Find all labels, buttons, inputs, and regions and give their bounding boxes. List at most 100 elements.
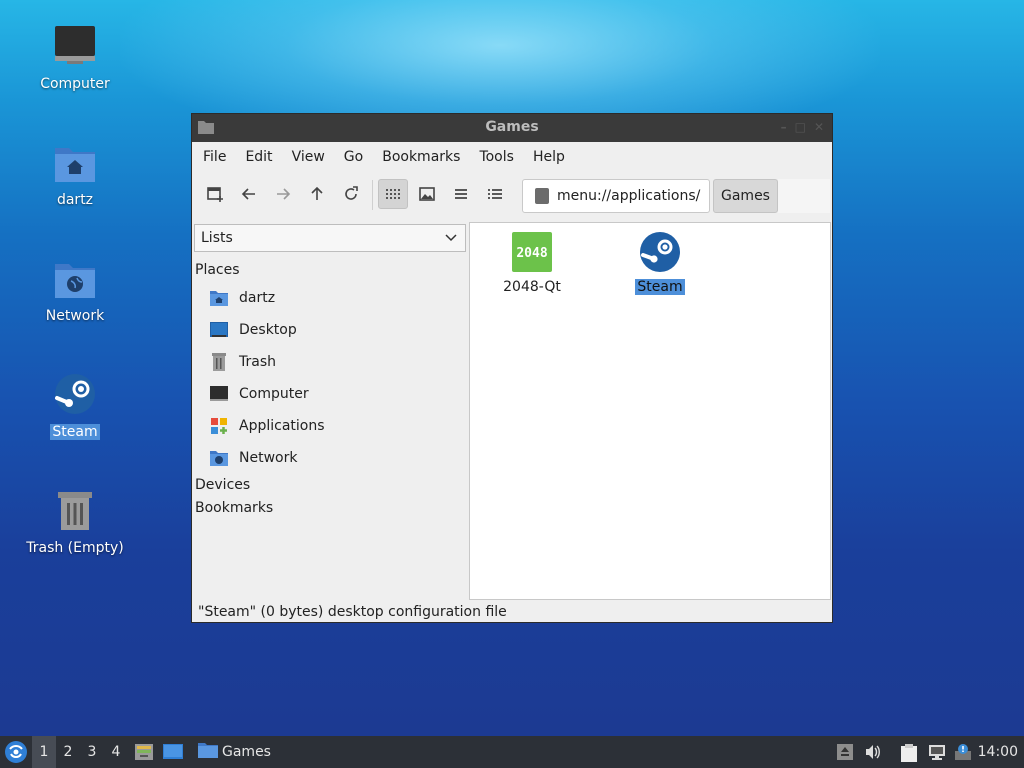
thumbnail-view-button[interactable] [412,179,442,209]
taskbar: 1 2 3 4 Games 14:00 [0,736,1024,768]
new-tab-button[interactable] [200,179,230,209]
desktop-icon [209,320,229,340]
file-manager-window: Games – □ ✕ File Edit View Go Bookmarks … [191,113,833,623]
menu-file[interactable]: File [196,149,233,165]
2048-icon-text: 2048 [516,246,547,261]
path-button-games[interactable]: Games [713,179,778,213]
show-desktop-icon[interactable] [162,743,184,765]
minimize-icon[interactable]: – [781,120,787,134]
new-tab-icon [207,187,223,202]
places-item-label: Computer [239,386,309,402]
workspace-2[interactable]: 2 [56,736,80,768]
places-item-label: Trash [239,354,276,370]
network-icon[interactable] [928,743,946,761]
arrow-right-icon [277,188,291,200]
menu-view[interactable]: View [285,149,332,165]
status-bar: "Steam" (0 bytes) desktop configuration … [198,604,507,620]
monitor-icon [209,384,229,404]
path-bar[interactable]: menu://applications/ [522,179,710,213]
menu-tools[interactable]: Tools [472,149,521,165]
folder-icon [198,742,218,762]
start-menu-icon[interactable] [4,740,28,768]
taskbar-task-games[interactable]: Games [192,736,277,768]
app-item-steam[interactable]: Steam [620,231,700,295]
taskbar-task-label: Games [222,744,271,760]
workspace-3[interactable]: 3 [80,736,104,768]
arrow-left-icon [241,188,255,200]
up-button[interactable] [302,179,332,209]
chevron-down-icon [445,231,457,247]
grid-icon [386,189,400,199]
places-item-label: Desktop [239,322,297,338]
places-item-computer[interactable]: Computer [209,380,309,408]
places-item-applications[interactable]: Applications [209,412,325,440]
places-item-dartz[interactable]: dartz [209,284,275,312]
app-item-label: Steam [635,279,685,295]
monitor-icon [51,24,99,72]
places-item-desktop[interactable]: Desktop [209,316,297,344]
menu-bookmarks[interactable]: Bookmarks [375,149,467,165]
desktop-icon-dartz[interactable]: dartz [15,140,135,208]
maximize-icon[interactable]: □ [795,120,806,134]
compact-view-button[interactable] [446,179,476,209]
places-item-label: dartz [239,290,276,306]
clipboard-icon[interactable] [900,743,918,762]
steam-icon [51,372,99,420]
desktop-icon-label: Network [45,308,105,324]
detailed-list-view-button[interactable] [480,179,510,209]
workspace-1[interactable]: 1 [32,736,56,768]
window-titlebar[interactable]: Games – □ ✕ [192,114,832,142]
side-pane-mode-value: Lists [201,230,233,246]
reload-button[interactable] [336,179,366,209]
icon-view-button[interactable] [378,179,408,209]
close-icon[interactable]: ✕ [814,120,824,134]
menu-go[interactable]: Go [337,149,370,165]
reload-icon [345,186,358,200]
detailed-list-icon [488,189,502,199]
path-bar-filler [778,179,830,213]
workspace-4[interactable]: 4 [104,736,128,768]
desktop-icon-network[interactable]: Network [15,256,135,324]
desktop-icon-trash[interactable]: Trash (Empty) [15,488,135,556]
arrow-up-icon [311,186,323,200]
app-item-label: 2048-Qt [503,279,561,295]
desktop-icon-computer[interactable]: Computer [15,24,135,92]
window-controls: – □ ✕ [781,120,824,134]
places-item-trash[interactable]: Trash [209,348,276,376]
applications-icon [209,416,229,436]
side-pane-mode-select[interactable]: Lists [194,224,466,252]
section-bookmarks[interactable]: Bookmarks [195,500,273,516]
section-devices[interactable]: Devices [195,477,250,493]
trash-icon [209,352,229,372]
volume-icon[interactable] [864,743,882,761]
lines-icon [455,189,467,199]
side-pane: Lists Places dartz Desktop Trash Compute… [192,222,468,600]
places-item-label: Network [239,450,298,466]
forward-button[interactable] [268,179,298,209]
network-folder-icon [51,256,99,304]
places-item-network[interactable]: Network [209,444,297,472]
menu-edit[interactable]: Edit [238,149,279,165]
section-places: Places [195,262,240,278]
update-notification-icon[interactable] [954,743,972,761]
2048-icon: 2048 [511,231,553,273]
steam-icon [639,231,681,273]
image-icon [419,187,435,201]
eject-icon[interactable] [836,743,854,761]
desktop-icon-label: Computer [40,76,110,92]
places-item-label: Applications [239,418,325,434]
file-manager-launcher-icon[interactable] [134,743,154,765]
file-view[interactable]: 2048 2048-Qt Steam [469,222,831,600]
desktop-icon-steam[interactable]: Steam [15,372,135,440]
app-item-2048-qt[interactable]: 2048 2048-Qt [492,231,572,295]
back-button[interactable] [234,179,264,209]
network-folder-icon [209,448,229,468]
desktop-icon-label: dartz [56,192,94,208]
menu-help[interactable]: Help [526,149,572,165]
clock[interactable]: 14:00 [978,744,1018,760]
home-folder-icon [51,140,99,188]
search-icon [535,188,549,204]
menubar: File Edit View Go Bookmarks Tools Help [192,142,832,172]
path-text: menu://applications/ [557,188,701,204]
window-title: Games [485,119,539,135]
